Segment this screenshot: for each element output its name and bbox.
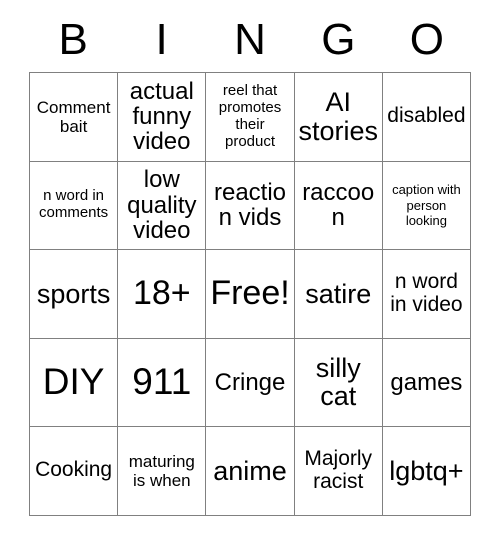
bingo-cell-label: Cringe <box>214 368 286 396</box>
bingo-cell[interactable]: silly cat <box>294 338 383 427</box>
bingo-cell[interactable]: 18+ <box>118 250 207 339</box>
bingo-cell[interactable]: Cringe <box>206 338 295 427</box>
bingo-cell-label: satire <box>305 278 372 309</box>
bingo-header-letter-i: I <box>155 15 168 64</box>
bingo-cell-label: caption with person looking <box>392 182 461 228</box>
bingo-cell[interactable]: anime <box>206 427 295 516</box>
bingo-cell-label: reaction vids <box>213 178 287 232</box>
bingo-cell-label: Comment bait <box>36 97 111 136</box>
bingo-cell[interactable]: n word in video <box>382 250 472 339</box>
bingo-cell-label: silly cat <box>315 352 361 412</box>
bingo-cell[interactable]: low quality video <box>118 161 207 250</box>
bingo-cell-label: reel that promotes their product <box>218 81 282 150</box>
bingo-row: Comment bait actual funny video reel that … <box>30 73 472 162</box>
bingo-cell[interactable]: Cooking <box>30 427 119 516</box>
bingo-cell[interactable]: lgbtq+ <box>382 427 472 516</box>
bingo-cell-label: 18+ <box>132 274 191 313</box>
bingo-cell[interactable]: Free! <box>206 250 295 339</box>
bingo-cell[interactable]: Majorly racist <box>294 427 383 516</box>
bingo-header-row: B I N G O <box>29 10 471 72</box>
bingo-cell[interactable]: maturing is when <box>118 427 207 516</box>
bingo-cell-label: Majorly racist <box>304 447 373 493</box>
bingo-cell[interactable]: sports <box>30 250 119 339</box>
bingo-cell[interactable]: AI stories <box>294 73 383 162</box>
bingo-card: B I N G O Comment bait actual funny video… <box>29 10 472 516</box>
bingo-cell-label: n word in video <box>390 270 463 316</box>
bingo-cell-label: lgbtq+ <box>389 455 464 486</box>
bingo-cell[interactable]: actual funny video <box>118 73 207 162</box>
bingo-cell-label: DIY <box>42 361 105 403</box>
bingo-cell-label: low quality video <box>127 166 197 244</box>
bingo-cell-label: sports <box>36 278 111 309</box>
bingo-row: sports 18+ Free! satire n word in video <box>30 250 472 339</box>
bingo-row: DIY 911 Cringe silly cat games <box>30 338 472 427</box>
bingo-cell-label: AI stories <box>298 87 378 146</box>
bingo-row: n word in comments low quality video react… <box>30 161 472 250</box>
bingo-cell-label: Free! <box>210 274 290 313</box>
bingo-cell[interactable]: games <box>382 338 472 427</box>
bingo-cell-label: anime <box>213 455 287 486</box>
bingo-cell[interactable]: reel that promotes their product <box>206 73 295 162</box>
bingo-cell[interactable]: n word in comments <box>30 161 119 250</box>
bingo-cell[interactable]: 911 <box>118 338 207 427</box>
bingo-cell-label: raccoon <box>302 178 375 232</box>
bingo-cell-label: disabled <box>387 104 466 128</box>
bingo-header-letter-n: N <box>234 15 266 64</box>
bingo-cell[interactable]: caption with person looking <box>382 161 472 250</box>
bingo-header-letter-b: B <box>58 15 88 64</box>
bingo-cell[interactable]: Comment bait <box>30 73 119 162</box>
bingo-cell[interactable]: reaction vids <box>206 161 295 250</box>
bingo-grid: Comment bait actual funny video reel that … <box>29 72 472 516</box>
bingo-header-letter-g: G <box>321 15 356 64</box>
bingo-cell-label: actual funny video <box>129 77 194 156</box>
bingo-cell[interactable]: disabled <box>382 73 472 162</box>
bingo-cell[interactable]: DIY <box>30 338 119 427</box>
bingo-cell-label: Cooking <box>35 458 113 482</box>
bingo-header-letter-o: O <box>409 15 444 64</box>
bingo-cell[interactable]: raccoon <box>294 161 383 250</box>
bingo-cell[interactable]: satire <box>294 250 383 339</box>
bingo-cell-label: 911 <box>132 361 192 403</box>
bingo-cell-label: maturing is when <box>128 451 195 490</box>
bingo-cell-label: n word in comments <box>39 187 109 222</box>
bingo-cell-label: games <box>390 368 463 396</box>
bingo-row: Cooking maturing is when anime Majorly raci… <box>30 427 472 516</box>
